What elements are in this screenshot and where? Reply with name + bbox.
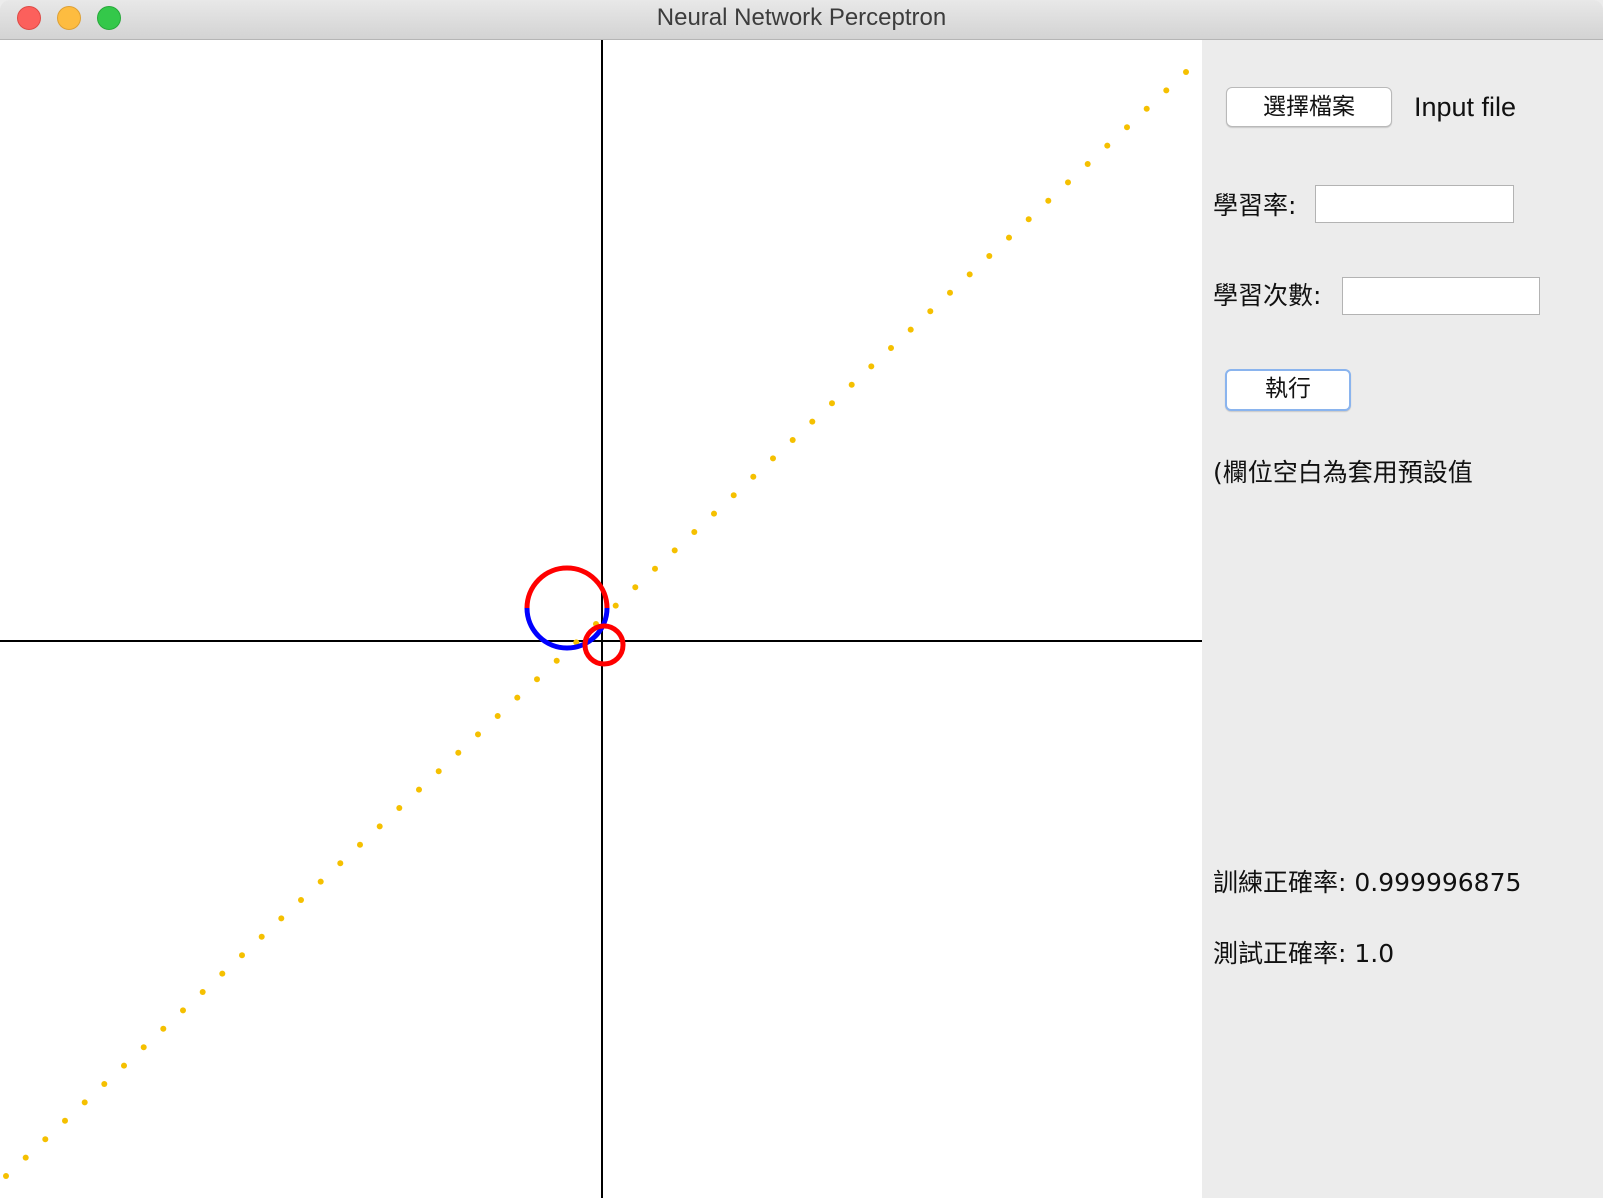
- decision-line-dot: [376, 823, 383, 830]
- test-accuracy-row: 測試正確率: 1.0: [1213, 934, 1394, 970]
- decision-line-dot: [691, 529, 698, 535]
- decision-line-dot: [907, 326, 914, 333]
- decision-line-dot: [278, 915, 285, 922]
- decision-line-dot: [357, 841, 363, 848]
- decision-line-dot: [435, 768, 442, 775]
- train-accuracy-row: 訓練正確率: 0.999996875: [1213, 863, 1521, 899]
- decision-line-dot: [416, 786, 422, 793]
- decision-boundary-line: [3, 69, 1189, 1179]
- decision-line-dot: [1084, 161, 1091, 167]
- learning-rate-input[interactable]: [1315, 185, 1514, 223]
- decision-line-dot: [553, 657, 560, 664]
- decision-line-dot: [829, 400, 835, 407]
- decision-line-dot: [1163, 87, 1170, 94]
- decision-line-dot: [160, 1025, 167, 1032]
- decision-line-dot: [396, 805, 403, 811]
- decision-line-dot: [62, 1117, 68, 1124]
- learning-rate-label: 學習率:: [1213, 191, 1297, 220]
- decision-line-dot: [1143, 105, 1150, 112]
- decision-line-dot: [730, 492, 737, 499]
- decision-line-dot: [337, 860, 344, 867]
- choose-file-button[interactable]: 選擇檔案: [1226, 87, 1392, 127]
- window-title: Neural Network Perceptron: [656, 4, 947, 31]
- epochs-input[interactable]: [1342, 277, 1540, 315]
- decision-line-dot: [671, 547, 678, 554]
- decision-line-dot: [475, 731, 481, 738]
- decision-line-dot: [180, 1007, 186, 1014]
- decision-line-dot: [868, 363, 875, 370]
- decision-line-dot: [1065, 179, 1071, 186]
- decision-line-dot: [199, 989, 206, 995]
- plot-canvas: [0, 40, 1202, 1198]
- decision-line-dot: [22, 1154, 29, 1161]
- decision-line-dot: [258, 933, 265, 940]
- decision-line-dot: [652, 565, 658, 572]
- decision-line-dot: [711, 510, 717, 517]
- decision-line-dot: [848, 381, 855, 388]
- decision-line-dot: [1045, 197, 1052, 204]
- test-accuracy-label: 測試正確率:: [1213, 939, 1347, 968]
- input-file-label: Input file: [1414, 92, 1517, 122]
- decision-line-dot: [888, 345, 894, 351]
- control-panel: 選擇檔案 Input file 學習率: 學習次數: 執行 (欄位空白為套用預設…: [1202, 40, 1603, 1198]
- test-accuracy-value: 1.0: [1354, 939, 1395, 968]
- decision-line-dot: [219, 970, 226, 977]
- run-button[interactable]: 執行: [1225, 369, 1351, 411]
- class-a-ring-arc: [524, 565, 610, 609]
- decision-line-dot: [3, 1173, 9, 1179]
- decision-line-dot: [809, 418, 816, 425]
- decision-line-dot: [789, 437, 796, 443]
- decision-line-dot: [81, 1099, 88, 1106]
- decision-line-dot: [632, 584, 639, 591]
- decision-line-dot: [1104, 142, 1111, 149]
- train-accuracy-value: 0.999996875: [1354, 868, 1522, 897]
- decision-line-dot: [101, 1081, 108, 1087]
- data-points: [524, 565, 626, 667]
- decision-line-dot: [927, 308, 934, 315]
- decision-line-dot: [121, 1062, 127, 1069]
- plot-svg: [0, 40, 1202, 1198]
- decision-line-dot: [1183, 69, 1189, 75]
- decision-line-dot: [750, 473, 757, 480]
- decision-line-dot: [514, 694, 521, 701]
- decision-line-dot: [986, 253, 993, 259]
- decision-line-dot: [534, 676, 540, 683]
- decision-line-dot: [42, 1136, 49, 1143]
- app-window: Neural Network Perceptron 選擇檔案 Input fil…: [0, 0, 1603, 1198]
- class-a-small-ring: [582, 623, 626, 667]
- decision-line-dot: [1124, 124, 1130, 131]
- decision-line-dot: [239, 952, 245, 959]
- decision-line-dot: [140, 1044, 147, 1051]
- decision-line-dot: [317, 878, 324, 885]
- decision-line-dot: [947, 289, 953, 296]
- decision-line-dot: [770, 455, 776, 462]
- decision-line-dot: [494, 713, 501, 719]
- epochs-label: 學習次數:: [1213, 281, 1322, 310]
- title-bar[interactable]: Neural Network Perceptron: [0, 0, 1603, 40]
- decision-line-dot: [455, 749, 462, 756]
- train-accuracy-label: 訓練正確率:: [1213, 868, 1347, 897]
- decision-line-dot: [1025, 216, 1032, 223]
- decision-line-dot: [1006, 234, 1012, 241]
- decision-line-dot: [298, 897, 304, 903]
- default-values-note: (欄位空白為套用預設值: [1213, 458, 1473, 487]
- decision-line-dot: [966, 271, 973, 278]
- decision-line-dot: [612, 602, 619, 609]
